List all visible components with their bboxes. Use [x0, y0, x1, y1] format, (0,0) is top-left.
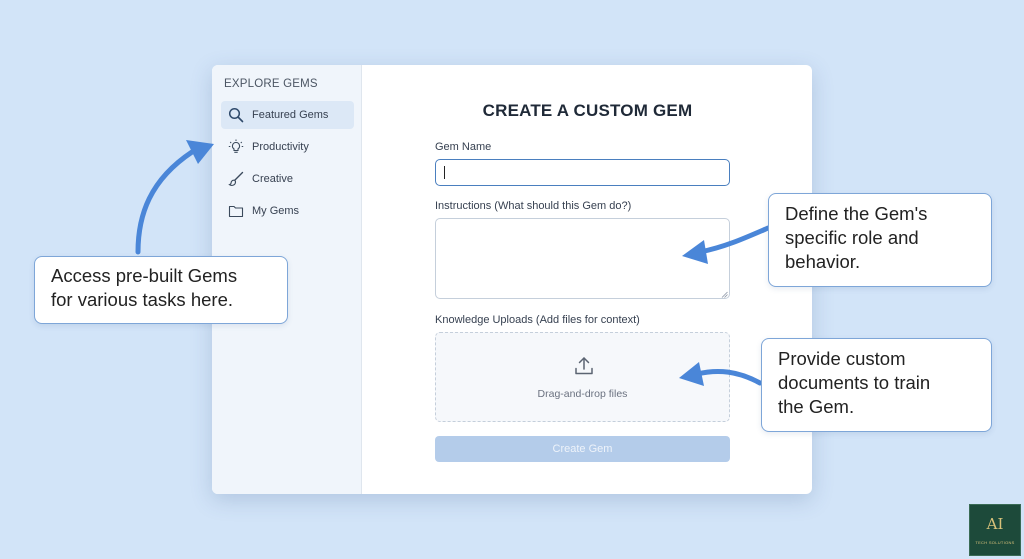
instructions-textarea[interactable]	[435, 218, 730, 299]
logo-mark: AI	[986, 515, 1004, 533]
callout-instructions: Define the Gem's specific role and behav…	[768, 193, 992, 287]
callout-line: Access pre-built Gems	[51, 265, 238, 286]
resize-grip-icon[interactable]	[721, 291, 728, 298]
callout-line: for various tasks here.	[51, 289, 233, 311]
sidebar-item-label: Featured Gems	[252, 109, 329, 121]
sidebar-item-label: My Gems	[252, 205, 300, 217]
callout-uploads: Provide custom documents to train the Ge…	[761, 338, 992, 432]
upload-icon	[575, 357, 593, 375]
lightbulb-icon	[225, 136, 247, 158]
sidebar-title: EXPLORE GEMS	[224, 78, 318, 90]
arrow-to-sidebar	[135, 149, 195, 255]
gem-name-label: Gem Name	[435, 141, 492, 153]
callout-explore-gems: Access pre-built Gems for various tasks …	[34, 256, 288, 324]
file-dropzone[interactable]: Drag-and-drop files	[435, 332, 730, 422]
gem-name-input[interactable]	[435, 159, 730, 186]
callout-line: behavior.	[785, 251, 861, 273]
sidebar-item-label: Creative	[252, 173, 293, 185]
callout-line: documents to train	[778, 372, 931, 394]
folder-icon	[225, 200, 247, 222]
callout-line: Define the Gem's	[785, 203, 928, 224]
arrow-to-sidebar-head	[186, 140, 214, 164]
sidebar-item-label: Productivity	[252, 141, 309, 153]
logo-subtitle: TECH SOLUTIONS	[975, 540, 1015, 545]
create-gem-window: EXPLORE GEMS Featured Gems Productivity …	[212, 65, 812, 494]
brush-icon	[225, 168, 247, 190]
sidebar-item-featured-gems[interactable]: Featured Gems	[221, 101, 354, 129]
callout-line: the Gem.	[778, 396, 855, 418]
callout-line: Provide custom	[778, 348, 906, 369]
create-gem-button[interactable]: Create Gem	[435, 436, 730, 462]
brand-logo: AI TECH SOLUTIONS	[969, 504, 1021, 556]
page-title: CREATE A CUSTOM GEM	[482, 101, 693, 120]
knowledge-uploads-label: Knowledge Uploads (Add files for context…	[435, 314, 640, 326]
dropzone-text: Drag-and-drop files	[537, 388, 628, 400]
instructions-label: Instructions (What should this Gem do?)	[435, 200, 632, 212]
callout-line: specific role and	[785, 227, 919, 249]
sidebar-item-creative[interactable]: Creative	[221, 165, 354, 193]
text-caret	[444, 166, 445, 179]
search-icon	[225, 104, 247, 126]
create-gem-form: CREATE A CUSTOM GEM Gem Name Instruction…	[363, 65, 812, 494]
sidebar-item-productivity[interactable]: Productivity	[221, 133, 354, 161]
sidebar-item-my-gems[interactable]: My Gems	[221, 197, 354, 225]
